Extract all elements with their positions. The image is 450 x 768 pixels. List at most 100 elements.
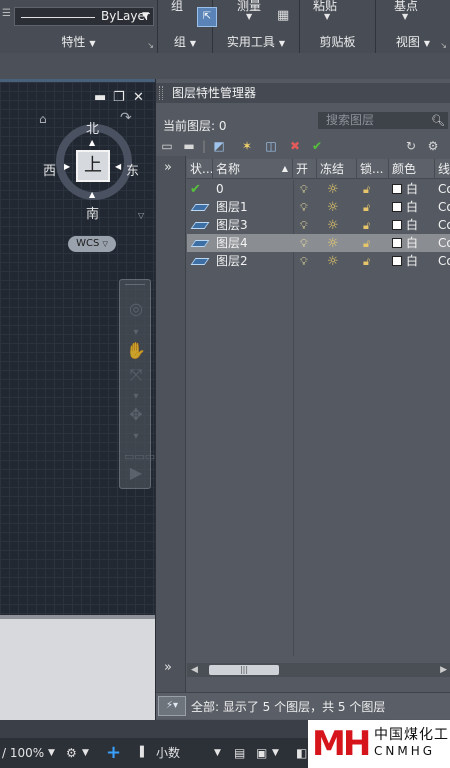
- layer-name[interactable]: 图层4: [213, 234, 293, 252]
- column-name[interactable]: 名称 ▲: [213, 159, 293, 179]
- layer-freeze-toggle[interactable]: ☼: [317, 216, 357, 234]
- minimize-icon[interactable]: ▬: [94, 90, 106, 105]
- chevron-down-icon[interactable]: ▾: [124, 426, 148, 448]
- layer-lock-toggle[interactable]: 🔓︎: [357, 198, 389, 216]
- layer-row[interactable]: 图层1 💡︎ ☼ 🔓︎ 白Co: [187, 198, 450, 216]
- rotate-arrow-icon[interactable]: ↷: [120, 110, 132, 126]
- new-layer-icon[interactable]: ✶: [238, 138, 256, 154]
- isolate-objects-icon[interactable]: ◧: [296, 742, 307, 764]
- column-status[interactable]: 状...: [187, 159, 213, 179]
- column-linetype[interactable]: 线: [435, 159, 450, 179]
- arrow-left-icon[interactable]: ▶: [64, 162, 70, 171]
- layer-states-icon[interactable]: ◩: [210, 138, 228, 154]
- column-freeze[interactable]: 冻结: [317, 159, 357, 179]
- new-filter-icon[interactable]: ▭: [158, 138, 176, 154]
- panel-title-bar[interactable]: 图层特性管理器: [156, 83, 450, 103]
- layer-linetype[interactable]: Co: [435, 234, 450, 252]
- arrow-right-icon[interactable]: ◀: [115, 162, 121, 171]
- chevron-down-icon[interactable]: ▼: [324, 12, 330, 21]
- scroll-thumb[interactable]: |||: [209, 665, 279, 675]
- compass-west[interactable]: 西: [43, 160, 56, 179]
- annotation-scale[interactable]: / 100%: [2, 742, 44, 764]
- horizontal-scrollbar[interactable]: ◀ ||| ▶: [187, 663, 450, 677]
- layer-status[interactable]: [187, 198, 213, 216]
- chevron-down-icon[interactable]: ▼: [402, 12, 408, 21]
- layer-lock-toggle[interactable]: 🔓︎: [357, 180, 389, 198]
- chevron-down-icon[interactable]: ▼: [272, 742, 279, 764]
- ucs-menu-button[interactable]: WCS ▽: [68, 236, 116, 252]
- navbar-grip[interactable]: [125, 284, 145, 288]
- drawing-viewport[interactable]: ▬ ❐ ✕ ⌂ ↷ 北 南 东 西 ▲ ▲ ▶ ◀ 上 ▽ WCS ▽ ◎ ▾ …: [0, 79, 155, 615]
- layer-color[interactable]: 白: [389, 252, 435, 270]
- search-input[interactable]: 搜索图层 🔍︎: [318, 112, 448, 129]
- lock-ui-icon[interactable]: ▣: [256, 742, 267, 764]
- chevron-down-icon[interactable]: ▼: [48, 742, 55, 764]
- linetype-dropdown[interactable]: ByLayer ▼: [14, 7, 154, 26]
- workspace-gear-icon[interactable]: ⚙: [66, 742, 77, 764]
- layer-row[interactable]: 图层3 💡︎ ☼ 🔓︎ 白Co: [187, 216, 450, 234]
- orbit-icon[interactable]: ✥: [124, 404, 148, 426]
- layer-linetype[interactable]: Co: [435, 252, 450, 270]
- new-vp-frozen-layer-icon[interactable]: ◫: [262, 138, 280, 154]
- layer-name[interactable]: 图层3: [213, 216, 293, 234]
- dialog-launcher-icon[interactable]: ↘: [440, 38, 447, 54]
- layer-name[interactable]: 图层1: [213, 198, 293, 216]
- layer-status[interactable]: ✔: [187, 180, 213, 198]
- compass-north[interactable]: 北: [86, 118, 99, 137]
- groups-panel-title[interactable]: 组 ▼: [158, 34, 212, 50]
- refresh-icon[interactable]: ↻: [402, 138, 420, 154]
- scroll-right-icon[interactable]: ▶: [440, 663, 447, 677]
- layer-linetype[interactable]: Co: [435, 180, 450, 198]
- expand-filter-icon[interactable]: »: [164, 660, 172, 675]
- layer-freeze-toggle[interactable]: ☼: [317, 234, 357, 252]
- settings-icon[interactable]: ⚙: [424, 138, 442, 154]
- layer-lock-toggle[interactable]: 🔓︎: [357, 216, 389, 234]
- layer-on-toggle[interactable]: 💡︎: [293, 198, 317, 216]
- units-value[interactable]: 小数: [156, 742, 180, 764]
- layer-name[interactable]: 图层2: [213, 252, 293, 270]
- layer-row[interactable]: ✔ 0 💡︎ ☼ 🔓︎ 白Co: [187, 180, 450, 198]
- view-panel-title[interactable]: 视图 ▼ ↘: [376, 34, 450, 50]
- layer-color[interactable]: 白: [389, 198, 435, 216]
- column-color[interactable]: 颜色: [389, 159, 435, 179]
- layer-status[interactable]: [187, 216, 213, 234]
- calculator-icon[interactable]: ▦: [277, 8, 289, 23]
- search-icon[interactable]: 🔍︎: [431, 112, 445, 129]
- viewcube-menu-icon[interactable]: ▽: [138, 211, 144, 220]
- chevron-down-icon[interactable]: ▼: [246, 12, 252, 21]
- annotation-monitor-icon[interactable]: +: [106, 742, 121, 764]
- close-icon[interactable]: ✕: [133, 90, 144, 105]
- steering-wheel-icon[interactable]: ◎: [124, 298, 148, 320]
- chevron-down-icon[interactable]: ▼: [82, 742, 89, 764]
- pan-hand-icon[interactable]: ✋: [124, 340, 148, 362]
- invert-filter-button[interactable]: ⚡▾: [158, 696, 186, 716]
- expand-filter-icon[interactable]: »: [164, 160, 172, 175]
- home-icon[interactable]: ⌂: [39, 112, 47, 126]
- layer-on-toggle[interactable]: 💡︎: [293, 252, 317, 270]
- quick-properties-icon[interactable]: ▤: [234, 742, 245, 764]
- layer-on-toggle[interactable]: 💡︎: [293, 234, 317, 252]
- column-lock[interactable]: 锁...: [357, 159, 389, 179]
- layer-linetype[interactable]: Co: [435, 216, 450, 234]
- restore-icon[interactable]: ❐: [113, 90, 125, 105]
- clipboard-panel-title[interactable]: 剪贴板: [300, 34, 375, 50]
- layer-on-toggle[interactable]: 💡︎: [293, 180, 317, 198]
- layer-linetype[interactable]: Co: [435, 198, 450, 216]
- layer-lock-toggle[interactable]: 🔓︎: [357, 252, 389, 270]
- new-group-filter-icon[interactable]: ▬: [180, 138, 198, 154]
- column-on[interactable]: 开: [293, 159, 317, 179]
- layer-freeze-toggle[interactable]: ☼: [317, 198, 357, 216]
- delete-layer-icon[interactable]: ✖: [286, 138, 304, 154]
- dialog-launcher-icon[interactable]: ↘: [147, 38, 154, 54]
- compass-east[interactable]: 东: [126, 160, 139, 179]
- chevron-down-icon[interactable]: ▼: [214, 742, 221, 764]
- set-current-icon[interactable]: ✔: [308, 138, 326, 154]
- properties-panel-title[interactable]: 特性 ▼ ↘: [0, 34, 157, 50]
- layer-status[interactable]: [187, 234, 213, 252]
- panel-grip[interactable]: [159, 86, 163, 100]
- layer-color[interactable]: 白: [389, 180, 435, 198]
- layer-row[interactable]: 图层4 💡︎ ☼ 🔓︎ 白Co: [187, 234, 450, 252]
- scroll-left-icon[interactable]: ◀: [191, 663, 198, 677]
- utilities-panel-title[interactable]: 实用工具 ▼: [213, 34, 299, 50]
- arrow-up-icon[interactable]: ▲: [89, 138, 95, 147]
